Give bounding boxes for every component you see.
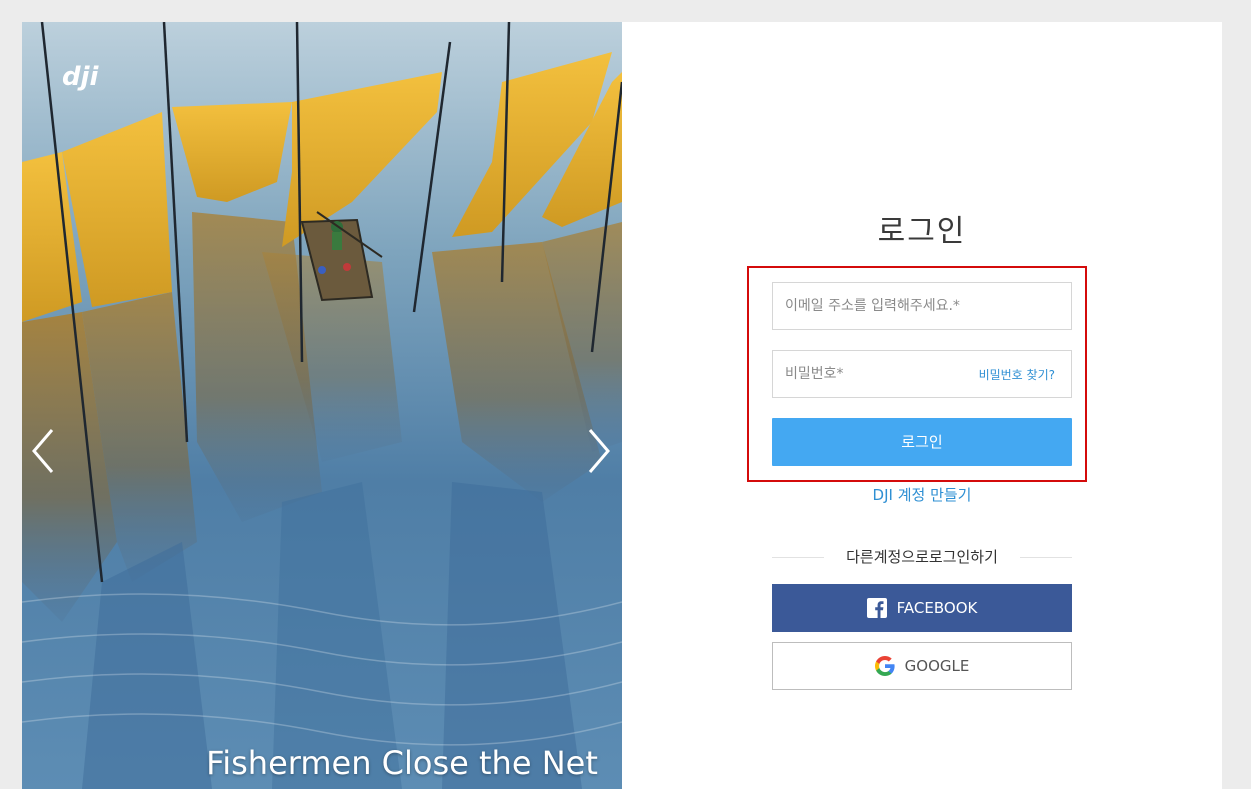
dji-logo[interactable]: dji bbox=[62, 62, 114, 92]
hero-carousel: dji Fishermen Close the Net bbox=[22, 22, 622, 789]
facebook-button-content: FACEBOOK bbox=[772, 584, 1072, 632]
google-login-button[interactable]: GOOGLE bbox=[772, 642, 1072, 690]
login-page: dji Fishermen Close the Net 로그인 비밀번호 찾기?… bbox=[22, 22, 1222, 789]
create-account-link[interactable]: DJI 계정 만들기 bbox=[772, 484, 1072, 505]
facebook-login-button[interactable]: FACEBOOK bbox=[772, 584, 1072, 632]
forgot-password-link[interactable]: 비밀번호 찾기? bbox=[979, 366, 1055, 383]
hero-photo bbox=[22, 22, 622, 789]
email-input[interactable] bbox=[773, 283, 1071, 329]
alt-login-divider: 다른계정으로로그인하기 bbox=[772, 546, 1072, 568]
google-icon bbox=[874, 656, 895, 676]
email-field[interactable] bbox=[772, 282, 1072, 330]
login-button[interactable]: 로그인 bbox=[772, 418, 1072, 466]
divider-line-left bbox=[772, 557, 824, 558]
google-label: GOOGLE bbox=[904, 657, 970, 675]
alt-login-label: 다른계정으로로그인하기 bbox=[846, 548, 998, 566]
chevron-left-icon[interactable] bbox=[26, 426, 60, 476]
page-title: 로그인 bbox=[877, 214, 967, 249]
facebook-label: FACEBOOK bbox=[896, 599, 978, 617]
google-button-content: GOOGLE bbox=[773, 643, 1071, 689]
hero-caption: Fishermen Close the Net bbox=[22, 741, 622, 785]
facebook-icon bbox=[866, 598, 887, 618]
password-field[interactable]: 비밀번호 찾기? bbox=[772, 350, 1072, 398]
hero-caption-text: Fishermen Close the Net bbox=[206, 744, 598, 782]
divider-line-right bbox=[1020, 557, 1072, 558]
chevron-right-icon[interactable] bbox=[582, 426, 616, 476]
svg-text:dji: dji bbox=[62, 62, 100, 92]
